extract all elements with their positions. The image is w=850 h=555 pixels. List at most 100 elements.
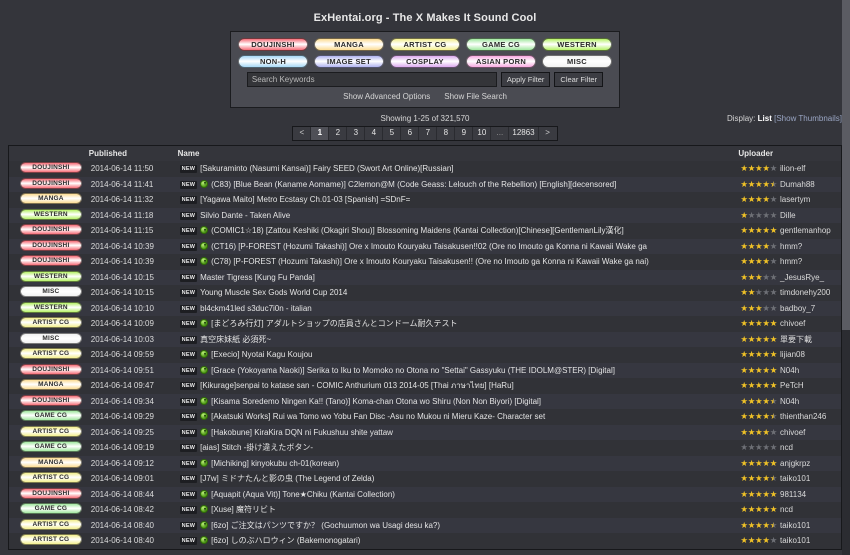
- table-row[interactable]: GAME CG 2014-06-14 09:19 NEW [aias] Stitch …: [9, 440, 841, 456]
- uploader-link[interactable]: 單要下載: [780, 335, 812, 344]
- prev-page-button-top[interactable]: <: [293, 127, 312, 140]
- gallery-title-link[interactable]: 真空床妹紙 必須死~: [200, 335, 271, 344]
- uploader-link[interactable]: PeTcH: [780, 381, 804, 390]
- table-row[interactable]: WESTERN 2014-06-14 11:18 NEW Silvio Dante -…: [9, 207, 841, 223]
- category-badge[interactable]: ARTIST CG: [19, 425, 82, 437]
- category-filter-misc[interactable]: MISC: [542, 55, 612, 68]
- uploader-link[interactable]: lijian08: [780, 350, 805, 359]
- show-thumbnails-link[interactable]: [Show Thumbnails]: [774, 114, 842, 123]
- gallery-title-link[interactable]: [6zo] しのぶハロウィン (Bakemonogatari): [211, 536, 360, 545]
- gallery-title-link[interactable]: [Kisama Soredemo Ningen Ka!! (Tano)] Kom…: [211, 397, 541, 406]
- apply-filter-button[interactable]: Apply Filter: [500, 72, 551, 87]
- gallery-title-link[interactable]: [Grace (Yokoyama Naoki)] Serika to Iku t…: [211, 366, 615, 375]
- uploader-link[interactable]: taiko101: [780, 474, 810, 483]
- table-row[interactable]: MANGA 2014-06-14 11:32 NEW [Yagawa Maito] M…: [9, 192, 841, 208]
- uploader-link[interactable]: chivoef: [780, 428, 805, 437]
- next-page-button-top[interactable]: >: [538, 127, 557, 140]
- category-badge[interactable]: ARTIST CG: [19, 472, 82, 484]
- uploader-link[interactable]: Dumah88: [780, 180, 815, 189]
- category-badge[interactable]: WESTERN: [19, 208, 82, 220]
- uploader-link[interactable]: thienthan246: [780, 412, 826, 421]
- table-row[interactable]: DOUJINSHI 2014-06-14 10:39 NEW (CT16) [P-FO…: [9, 238, 841, 254]
- uploader-link[interactable]: taiko101: [780, 536, 810, 545]
- gallery-title-link[interactable]: Silvio Dante - Taken Alive: [200, 211, 290, 220]
- uploader-link[interactable]: ilion-elf: [780, 164, 805, 173]
- category-badge[interactable]: DOUJINSHI: [19, 487, 82, 499]
- category-badge[interactable]: GAME CG: [19, 410, 82, 422]
- page-button-1-top[interactable]: 1: [311, 127, 330, 140]
- table-row[interactable]: DOUJINSHI 2014-06-14 11:15 NEW (COMIC1☆18) …: [9, 223, 841, 239]
- category-filter-doujinshi[interactable]: DOUJINSHI: [238, 38, 308, 51]
- uploader-link[interactable]: badboy_7: [780, 304, 815, 313]
- gallery-title-link[interactable]: (C83) [Blue Bean (Kaname Aomame)] C2lemo…: [211, 180, 616, 189]
- table-row[interactable]: ARTIST CG 2014-06-14 10:09 NEW [まどろみ行灯] アダル…: [9, 316, 841, 332]
- gallery-title-link[interactable]: [まどろみ行灯] アダルトショップの店員さんとコンドーム耐久テスト: [211, 319, 457, 328]
- category-filter-manga[interactable]: MANGA: [314, 38, 384, 51]
- table-row[interactable]: MANGA 2014-06-14 09:47 NEW [Kikurage]senpai…: [9, 378, 841, 394]
- table-row[interactable]: MISC 2014-06-14 10:03 NEW 真空床妹紙 必須死~ ★★★★★ 單要…: [9, 331, 841, 347]
- category-badge[interactable]: ARTIST CG: [19, 317, 82, 329]
- gallery-title-link[interactable]: bl4ckm41led s3duc7i0n - italian: [200, 304, 312, 313]
- table-row[interactable]: ARTIST CG 2014-06-14 08:40 NEW [6zo] しのぶハロウ…: [9, 533, 841, 549]
- page-button-8-top[interactable]: 8: [437, 127, 456, 140]
- category-badge[interactable]: DOUJINSHI: [19, 394, 82, 406]
- category-badge[interactable]: DOUJINSHI: [19, 177, 82, 189]
- table-row[interactable]: ARTIST CG 2014-06-14 09:01 NEW [J7w] ミドナたんと…: [9, 471, 841, 487]
- table-row[interactable]: DOUJINSHI 2014-06-14 11:41 NEW (C83) [Blue …: [9, 176, 841, 192]
- gallery-title-link[interactable]: [Aquapit (Aqua Vit)] Tone★Chiku (Kantai …: [211, 490, 395, 499]
- uploader-link[interactable]: N04h: [780, 366, 799, 375]
- gallery-title-link[interactable]: [Sakuraminto (Nasumi Kansai)] Fairy SEED…: [200, 164, 453, 173]
- table-row[interactable]: GAME CG 2014-06-14 08:42 NEW [Xuse] 魔符リビト ★★…: [9, 502, 841, 518]
- uploader-link[interactable]: N04h: [780, 397, 799, 406]
- gallery-title-link[interactable]: Master Tigress [Kung Fu Panda]: [200, 273, 315, 282]
- category-filter-artist-cg[interactable]: ARTIST CG: [390, 38, 460, 51]
- category-badge[interactable]: GAME CG: [19, 441, 82, 453]
- category-badge[interactable]: DOUJINSHI: [19, 363, 82, 375]
- uploader-link[interactable]: hmm?: [780, 242, 802, 251]
- header-category[interactable]: [9, 146, 89, 161]
- gallery-title-link[interactable]: Young Muscle Sex Gods World Cup 2014: [200, 288, 347, 297]
- table-row[interactable]: MANGA 2014-06-14 09:12 NEW [Michiking] kiny…: [9, 455, 841, 471]
- page-button-2-top[interactable]: 2: [329, 127, 348, 140]
- gallery-title-link[interactable]: (COMIC1☆18) [Zattou Keshiki (Okagiri Sho…: [211, 226, 624, 235]
- gallery-title-link[interactable]: [J7w] ミドナたんと影の虫 (The Legend of Zelda): [200, 474, 374, 483]
- table-row[interactable]: ARTIST CG 2014-06-14 09:59 NEW [Execio] Nyo…: [9, 347, 841, 363]
- gallery-title-link[interactable]: [6zo] ご注文はパンツですか？ (Gochuumon wa Usagi de…: [211, 521, 440, 530]
- gallery-title-link[interactable]: (CT16) [P-FOREST (Hozumi Takashi)] Ore x…: [211, 242, 647, 251]
- category-filter-western[interactable]: WESTERN: [542, 38, 612, 51]
- uploader-link[interactable]: chivoef: [780, 319, 805, 328]
- show-file-search-link[interactable]: Show File Search: [444, 92, 507, 101]
- table-row[interactable]: DOUJINSHI 2014-06-14 09:51 NEW [Grace (Yoko…: [9, 362, 841, 378]
- gallery-title-link[interactable]: [Akatsuki Works] Rui wa Tomo wo Yobu Fan…: [211, 412, 545, 421]
- category-badge[interactable]: WESTERN: [19, 301, 82, 313]
- gallery-title-link[interactable]: [Michiking] kinyokubu ch-01(korean): [211, 459, 339, 468]
- category-filter-game-cg[interactable]: GAME CG: [466, 38, 536, 51]
- page-button-6-top[interactable]: 6: [401, 127, 420, 140]
- gallery-title-link[interactable]: (C78) [P-FOREST (Hozumi Takashi)] Ore x …: [211, 257, 649, 266]
- uploader-link[interactable]: taiko101: [780, 521, 810, 530]
- uploader-link[interactable]: ncd: [780, 443, 793, 452]
- category-filter-cosplay[interactable]: COSPLAY: [390, 55, 460, 68]
- clear-filter-button[interactable]: Clear Filter: [554, 72, 604, 87]
- table-row[interactable]: ARTIST CG 2014-06-14 08:40 NEW [6zo] ご注文はパン…: [9, 517, 841, 533]
- page-button-10-top[interactable]: 10: [473, 127, 492, 140]
- category-filter-non-h[interactable]: NON-H: [238, 55, 308, 68]
- gallery-title-link[interactable]: [Execio] Nyotai Kagu Koujou: [211, 350, 312, 359]
- show-advanced-options-link[interactable]: Show Advanced Options: [343, 92, 430, 101]
- uploader-link[interactable]: 981134: [780, 490, 806, 499]
- uploader-link[interactable]: Dille: [780, 211, 796, 220]
- uploader-link[interactable]: _JesusRye_: [780, 273, 824, 282]
- table-row[interactable]: ARTIST CG 2014-06-14 09:25 NEW [Hakobune] K…: [9, 424, 841, 440]
- header-name[interactable]: Name: [177, 146, 739, 161]
- table-row[interactable]: WESTERN 2014-06-14 10:10 NEW bl4ckm41led s3…: [9, 300, 841, 316]
- header-uploader[interactable]: Uploader: [738, 146, 841, 161]
- page-button-4-top[interactable]: 4: [365, 127, 384, 140]
- category-badge[interactable]: MISC: [19, 332, 82, 344]
- table-row[interactable]: DOUJINSHI 2014-06-14 08:44 NEW [Aquapit (Aq…: [9, 486, 841, 502]
- table-row[interactable]: GAME CG 2014-06-14 09:29 NEW [Akatsuki Work…: [9, 409, 841, 425]
- category-badge[interactable]: DOUJINSHI: [19, 224, 82, 236]
- table-row[interactable]: WESTERN 2014-06-14 10:15 NEW Master Tigress…: [9, 269, 841, 285]
- page-scrollbar-thumb[interactable]: [842, 0, 850, 330]
- uploader-link[interactable]: lasertym: [780, 195, 810, 204]
- category-filter-asian-porn[interactable]: ASIAN PORN: [466, 55, 536, 68]
